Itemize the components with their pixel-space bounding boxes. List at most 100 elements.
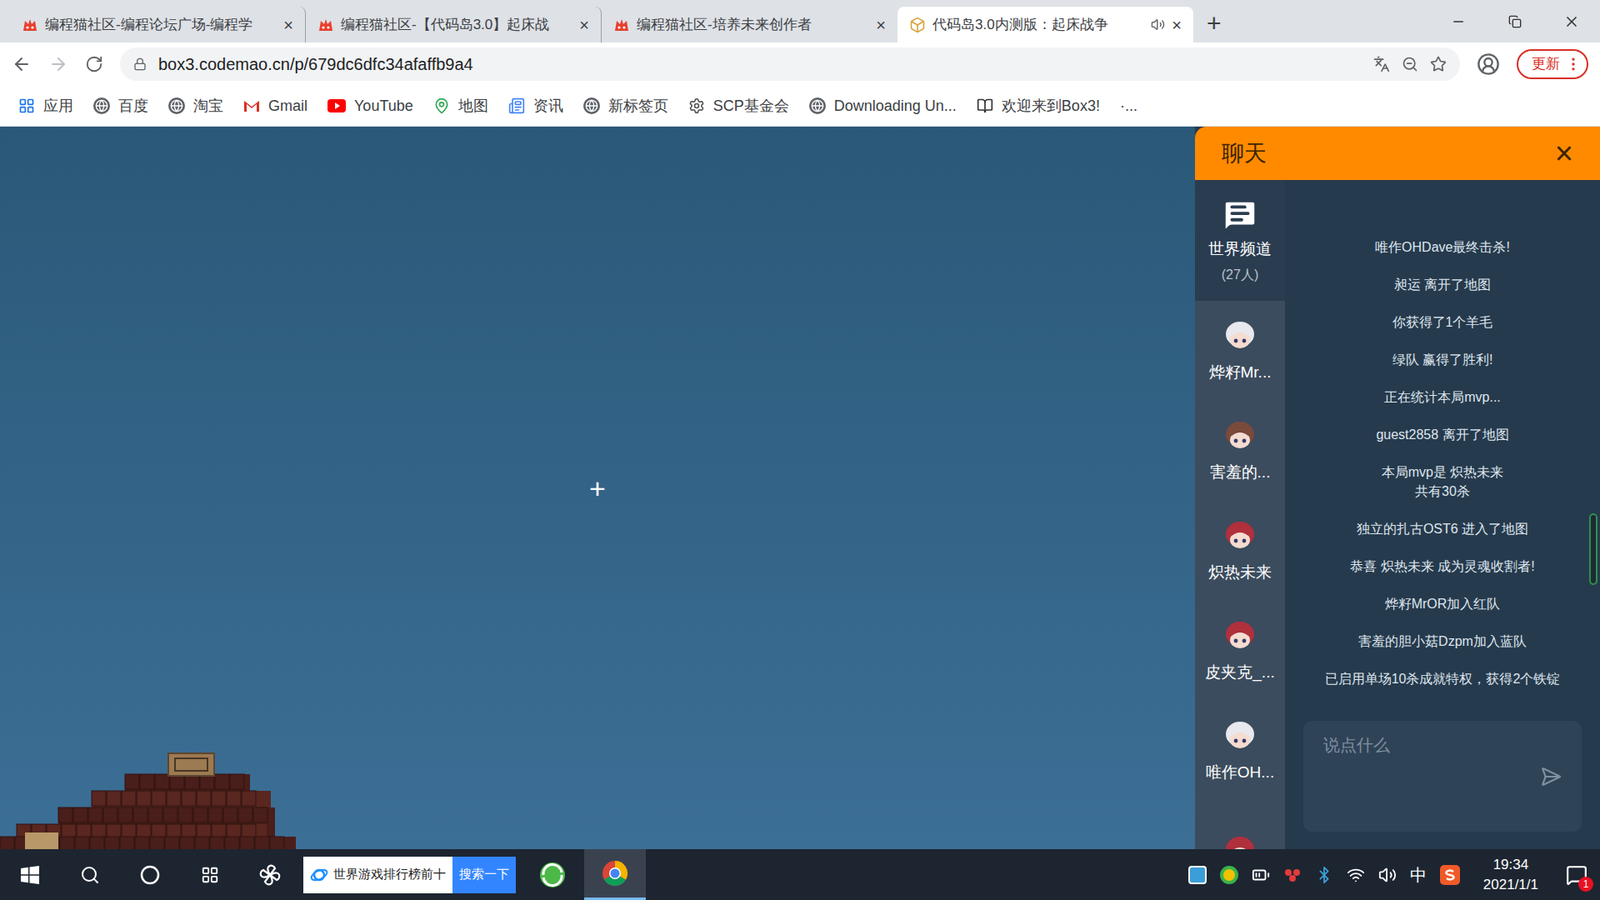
chat-message: 已启用单场10杀成就特权，获得2个铁锭 [1285, 660, 1600, 698]
bluetooth-icon[interactable] [1315, 865, 1334, 885]
chrome-taskbar-item[interactable] [584, 849, 646, 900]
chat-message: 绿队 赢得了胜利! [1285, 340, 1600, 379]
user-item[interactable]: 烨籽Mr... [1195, 300, 1285, 401]
search-button[interactable]: 搜索一下 [452, 856, 516, 894]
browser-tab[interactable]: 编程猫社区-培养未来创作者× [601, 6, 898, 43]
chrome-icon [600, 859, 630, 888]
browser-tab[interactable]: 代码岛3.0内测版：起床战争× [897, 6, 1194, 43]
tray-game-icon[interactable] [1283, 865, 1302, 885]
tray-360-icon[interactable] [1220, 865, 1239, 885]
apps-icon [18, 97, 35, 115]
user-item[interactable]: 唯作OH... [1195, 700, 1285, 801]
browser-tab[interactable]: 编程猫社区-【代码岛3.0】起床战× [305, 6, 602, 43]
star-icon[interactable] [1430, 55, 1447, 73]
tab-close[interactable]: × [579, 16, 590, 34]
browser-360-icon[interactable] [520, 860, 585, 890]
message-list: 唯作OHDave最终击杀!昶运 离开了地图你获得了1个羊毛绿队 赢得了胜利!正在… [1285, 180, 1600, 721]
notification-button[interactable]: 1 [1561, 860, 1592, 890]
browser-tab[interactable]: 编程猫社区-编程论坛广场-编程学× [10, 6, 306, 43]
clock[interactable]: 19:342021/1/1 [1473, 855, 1549, 895]
zoom-icon[interactable] [1401, 55, 1419, 73]
reload-icon[interactable] [85, 55, 104, 74]
news-icon [508, 97, 525, 115]
tray-app-icon[interactable] [1188, 865, 1207, 885]
user-item[interactable]: 害羞的... [1195, 400, 1285, 501]
menu-icon[interactable] [1565, 55, 1582, 73]
gmail-icon [243, 99, 260, 113]
codemao-icon [317, 17, 335, 33]
update-button[interactable]: 更新 [1516, 49, 1589, 80]
volume-icon[interactable] [1378, 865, 1397, 885]
back-icon[interactable] [11, 54, 32, 75]
battery-icon[interactable] [1251, 865, 1270, 885]
chat-message: 恭喜 炽热未来 成为灵魂收割者! [1285, 547, 1600, 585]
bookmark[interactable]: SCP基金会 [688, 95, 790, 118]
game-view[interactable]: + [0, 126, 1195, 850]
bookmark[interactable]: Gmail [243, 95, 308, 118]
chat-message: 本局mvp是 炽热未来共有30杀 [1285, 453, 1600, 510]
new-tab-button[interactable]: + [1206, 10, 1222, 36]
address-bar[interactable]: box3.codemao.cn/p/679dc6dfc34afaffb9a4 [120, 47, 1460, 81]
book-icon [976, 97, 994, 115]
tab-close[interactable]: × [283, 16, 294, 34]
bookmark[interactable]: 新标签页 [583, 95, 669, 118]
tab-close[interactable]: × [1171, 16, 1182, 34]
chat-message: 你获得了1个羊毛 [1285, 303, 1600, 341]
chat-close[interactable]: × [1555, 137, 1574, 170]
chat-message: 独立的扎古OST6 进入了地图 [1285, 510, 1600, 548]
bookmark[interactable]: 淘宝 [168, 95, 224, 118]
chat-input[interactable]: 说点什么 [1303, 720, 1582, 832]
bookmark[interactable]: YouTube [327, 95, 414, 118]
toolbar: box3.codemao.cn/p/679dc6dfc34afaffb9a4 更新 [0, 42, 1600, 86]
bookmark[interactable]: 应用 [18, 95, 74, 118]
translate-icon[interactable] [1373, 55, 1390, 73]
start-button[interactable] [0, 865, 60, 885]
audio-icon[interactable] [1150, 17, 1165, 32]
restore-icon[interactable] [1486, 15, 1544, 29]
task-view-icon[interactable] [180, 865, 240, 885]
pinwheel-app-icon[interactable] [240, 861, 300, 889]
bookmark[interactable]: 资讯 [508, 95, 564, 118]
user-item[interactable]: 皮夹克_... [1195, 600, 1285, 701]
crosshair: + [589, 474, 606, 503]
avatar-icon [1221, 717, 1259, 755]
globe-icon [809, 97, 826, 115]
screen: 编程猫社区-编程论坛广场-编程学×编程猫社区-【代码岛3.0】起床战×编程猫社区… [0, 0, 1600, 900]
sogou-icon[interactable] [1440, 865, 1460, 885]
avatar-icon [1221, 317, 1259, 355]
taskbar: 世界游戏排行榜前十搜索一下 中 19:342021/1/1 1 [0, 849, 1600, 900]
globe-icon [168, 97, 185, 115]
profile-icon[interactable] [1476, 52, 1500, 76]
notification-badge: 1 [1578, 876, 1594, 892]
chat-message: guest2858 离开了地图 [1285, 415, 1600, 454]
tab-close[interactable]: × [875, 16, 886, 34]
tab-strip: 编程猫社区-编程论坛广场-编程学×编程猫社区-【代码岛3.0】起床战×编程猫社区… [0, 0, 1600, 43]
cortana-icon[interactable] [120, 865, 180, 885]
send-icon[interactable] [1540, 765, 1562, 788]
channel-list: 世界频道(27人)烨籽Mr...害羞的...炽热未来皮夹克_...唯作OH... [1195, 180, 1285, 850]
scrollbar-thumb[interactable] [1589, 513, 1598, 585]
bookmark[interactable]: 百度 [93, 95, 149, 118]
search-icon[interactable] [60, 865, 120, 885]
codemao-icon [613, 17, 630, 33]
bookmark[interactable]: 欢迎来到Box3! [976, 95, 1100, 118]
user-item[interactable]: 炽热未来 [1195, 500, 1285, 601]
channel-item[interactable]: 世界频道(27人) [1195, 180, 1285, 301]
avatar-icon [1221, 832, 1259, 850]
chat-message: 烨籽MrOR加入红队 [1285, 585, 1600, 623]
taskbar-search-box[interactable]: 世界游戏排行榜前十搜索一下 [303, 856, 516, 894]
bookmark[interactable]: 地图 [433, 95, 489, 118]
ime-indicator[interactable]: 中 [1410, 862, 1427, 888]
minimize-icon[interactable] [1430, 14, 1487, 30]
chat-message: 昶运 离开了地图 [1285, 265, 1600, 304]
lock-icon [133, 57, 147, 71]
avatar-icon [1221, 517, 1259, 555]
bookmark[interactable]: ·... [1120, 95, 1138, 118]
user-item[interactable] [1195, 800, 1285, 850]
chat-bubble-icon [1220, 195, 1260, 235]
avatar-icon [1221, 417, 1259, 455]
close-window-icon[interactable] [1543, 13, 1600, 30]
wifi-icon[interactable] [1346, 865, 1365, 885]
bookmark[interactable]: Downloading Un... [809, 95, 957, 118]
forward-icon[interactable] [48, 54, 69, 75]
